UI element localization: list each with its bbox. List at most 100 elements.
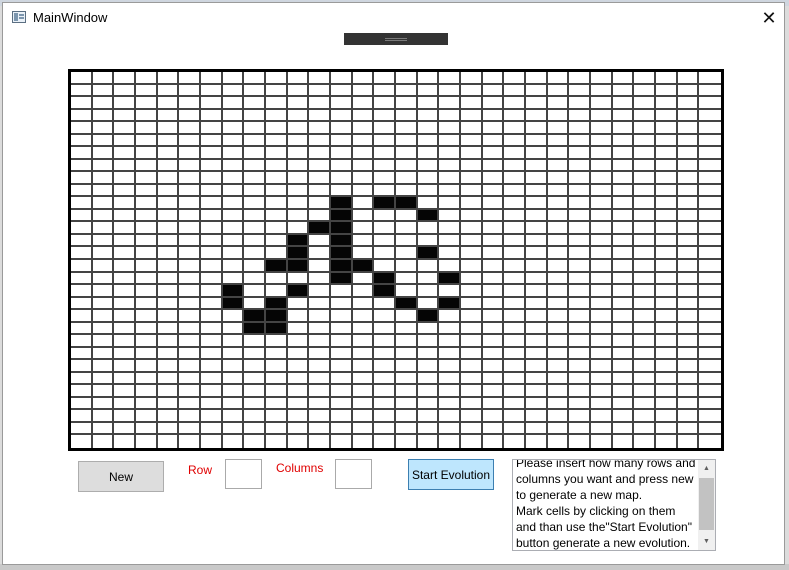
grid-cell[interactable]: [699, 109, 721, 123]
grid-cell[interactable]: [655, 184, 678, 198]
grid-cell[interactable]: [374, 172, 396, 185]
grid-cell[interactable]: [417, 422, 440, 436]
grid-cell[interactable]: [244, 209, 266, 223]
grid-cell[interactable]: [439, 285, 461, 298]
grid-cell[interactable]: [309, 385, 331, 398]
grid-cell[interactable]: [482, 285, 505, 298]
grid-cell[interactable]: [157, 260, 180, 273]
grid-cell[interactable]: [699, 335, 721, 348]
grid-cell[interactable]: [460, 184, 483, 198]
start-evolution-button[interactable]: Start Evolution: [408, 459, 494, 490]
grid-cell[interactable]: [287, 72, 310, 85]
grid-cell[interactable]: [590, 234, 613, 248]
grid-cell[interactable]: [374, 260, 396, 273]
grid-cell[interactable]: [395, 84, 418, 98]
grid-cell[interactable]: [655, 310, 678, 323]
grid-cell[interactable]: [569, 285, 591, 298]
grid-cell[interactable]: [222, 297, 245, 311]
grid-cell[interactable]: [677, 360, 700, 373]
grid-cell[interactable]: [330, 122, 353, 135]
grid-cell[interactable]: [525, 84, 548, 98]
grid-cell[interactable]: [71, 297, 93, 311]
grid-cell[interactable]: [612, 109, 635, 123]
grid-cell[interactable]: [71, 372, 93, 386]
grid-cell[interactable]: [460, 435, 483, 448]
grid-cell[interactable]: [395, 172, 418, 185]
grid-cell[interactable]: [287, 97, 310, 110]
grid-cell[interactable]: [287, 260, 310, 273]
grid-cell[interactable]: [634, 297, 656, 311]
grid-cell[interactable]: [135, 234, 158, 248]
grid-cell[interactable]: [135, 72, 158, 85]
grid-cell[interactable]: [374, 435, 396, 448]
grid-cell[interactable]: [200, 134, 223, 148]
grid-cell[interactable]: [547, 347, 570, 361]
grid-cell[interactable]: [135, 134, 158, 148]
grid-cell[interactable]: [504, 234, 526, 248]
grid-cell[interactable]: [330, 297, 353, 311]
grid-cell[interactable]: [482, 122, 505, 135]
grid-cell[interactable]: [439, 322, 461, 336]
grid-cell[interactable]: [590, 222, 613, 235]
grid-cell[interactable]: [374, 297, 396, 311]
grid-cell[interactable]: [200, 385, 223, 398]
grid-cell[interactable]: [200, 247, 223, 260]
grid-cell[interactable]: [417, 360, 440, 373]
grid-cell[interactable]: [547, 422, 570, 436]
grid-cell[interactable]: [460, 222, 483, 235]
grid-cell[interactable]: [244, 372, 266, 386]
grid-cell[interactable]: [157, 84, 180, 98]
grid-cell[interactable]: [460, 197, 483, 210]
grid-cell[interactable]: [92, 184, 115, 198]
grid-cell[interactable]: [634, 159, 656, 173]
grid-cell[interactable]: [569, 422, 591, 436]
grid-cell[interactable]: [655, 435, 678, 448]
grid-cell[interactable]: [374, 147, 396, 160]
grid-cell[interactable]: [482, 247, 505, 260]
grid-cell[interactable]: [482, 372, 505, 386]
grid-cell[interactable]: [482, 134, 505, 148]
grid-cell[interactable]: [71, 397, 93, 411]
grid-cell[interactable]: [590, 84, 613, 98]
grid-cell[interactable]: [482, 84, 505, 98]
grid-cell[interactable]: [439, 297, 461, 311]
grid-cell[interactable]: [244, 272, 266, 286]
grid-cell[interactable]: [114, 72, 136, 85]
grid-cell[interactable]: [677, 134, 700, 148]
grid-cell[interactable]: [309, 122, 331, 135]
grid-cell[interactable]: [287, 435, 310, 448]
grid-cell[interactable]: [179, 372, 201, 386]
grid-cell[interactable]: [504, 372, 526, 386]
grid-cell[interactable]: [265, 335, 288, 348]
grid-cell[interactable]: [569, 272, 591, 286]
grid-cell[interactable]: [460, 172, 483, 185]
grid-cell[interactable]: [157, 222, 180, 235]
grid-cell[interactable]: [157, 385, 180, 398]
grid-cell[interactable]: [504, 285, 526, 298]
grid-cell[interactable]: [265, 422, 288, 436]
grid-cell[interactable]: [677, 322, 700, 336]
grid-cell[interactable]: [699, 385, 721, 398]
grid-cell[interactable]: [439, 109, 461, 123]
grid-cell[interactable]: [655, 72, 678, 85]
grid-cell[interactable]: [699, 97, 721, 110]
grid-cell[interactable]: [569, 122, 591, 135]
grid-cell[interactable]: [504, 247, 526, 260]
grid-cell[interactable]: [590, 285, 613, 298]
grid-cell[interactable]: [569, 297, 591, 311]
grid-cell[interactable]: [92, 372, 115, 386]
grid-cell[interactable]: [677, 347, 700, 361]
grid-cell[interactable]: [699, 310, 721, 323]
grid-cell[interactable]: [222, 272, 245, 286]
grid-cell[interactable]: [699, 147, 721, 160]
grid-cell[interactable]: [460, 422, 483, 436]
grid-cell[interactable]: [634, 172, 656, 185]
grid-cell[interactable]: [677, 247, 700, 260]
grid-cell[interactable]: [157, 184, 180, 198]
grid-cell[interactable]: [439, 197, 461, 210]
grid-cell[interactable]: [135, 147, 158, 160]
grid-cell[interactable]: [699, 272, 721, 286]
grid-cell[interactable]: [200, 310, 223, 323]
grid-cell[interactable]: [612, 422, 635, 436]
grid-cell[interactable]: [309, 435, 331, 448]
